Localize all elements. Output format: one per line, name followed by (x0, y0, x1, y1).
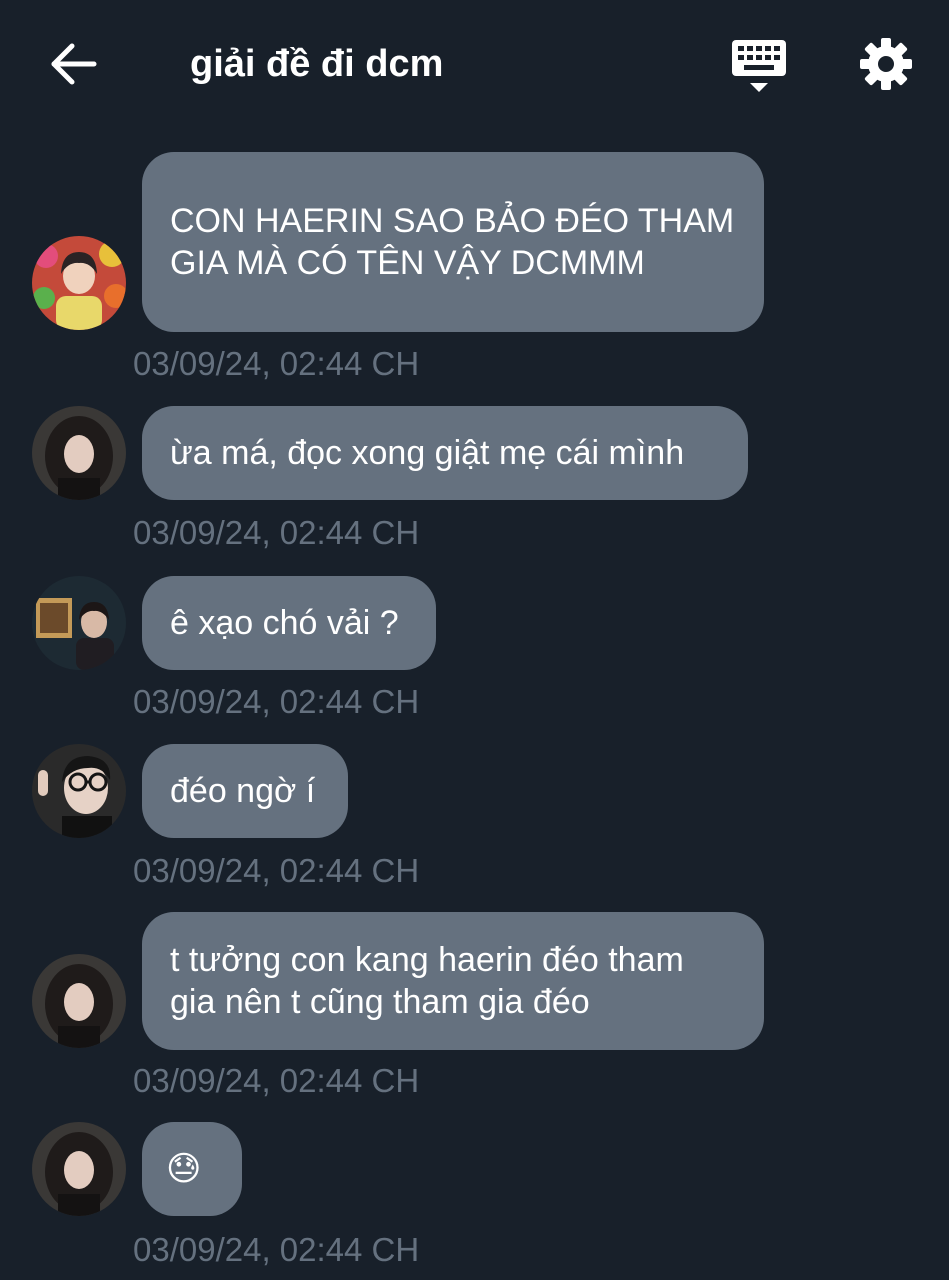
message-bubble[interactable]: ê xạo chó vải ? (142, 576, 436, 670)
avatar[interactable] (32, 1122, 126, 1216)
message-bubble[interactable]: ừa má, đọc xong giật mẹ cái mình (142, 406, 748, 500)
message-bubble[interactable]: đéo ngờ í (142, 744, 348, 838)
settings-button[interactable] (856, 34, 916, 94)
message-text: ừa má, đọc xong giật mẹ cái mình (170, 434, 685, 472)
top-bar: giải đề đi dcm (0, 0, 949, 130)
keyboard-toggle-button[interactable] (728, 36, 790, 96)
message-text: t tưởng con kang haerin đéo tham gia nên… (170, 941, 684, 1021)
chat-title: giải đề đi dcm (190, 43, 444, 85)
avatar[interactable] (32, 236, 126, 330)
emoji-text: 😓 (166, 1150, 202, 1188)
message-bubble[interactable]: 😓 (142, 1122, 242, 1216)
gear-icon (860, 38, 912, 90)
message-text: ê xạo chó vải ? (170, 604, 399, 642)
message-timestamp: 03/09/24, 02:44 CH (133, 852, 420, 889)
message-timestamp: 03/09/24, 02:44 CH (133, 345, 420, 382)
avatar[interactable] (32, 744, 126, 838)
message-timestamp: 03/09/24, 02:44 CH (133, 514, 420, 551)
back-button[interactable] (46, 38, 102, 90)
avatar[interactable] (32, 406, 126, 500)
arrow-left-icon (51, 43, 97, 85)
avatar[interactable] (32, 576, 126, 670)
message-text: CON HAERIN SAO BẢO ĐÉO THAM GIA MÀ CÓ TÊ… (170, 202, 735, 282)
message-bubble[interactable]: CON HAERIN SAO BẢO ĐÉO THAM GIA MÀ CÓ TÊ… (142, 152, 764, 332)
message-timestamp: 03/09/24, 02:44 CH (133, 1231, 420, 1268)
avatar[interactable] (32, 954, 126, 1048)
message-text: đéo ngờ í (170, 772, 316, 810)
message-timestamp: 03/09/24, 02:44 CH (133, 1062, 420, 1099)
keyboard-icon (732, 40, 786, 92)
message-bubble[interactable]: t tưởng con kang haerin đéo tham gia nên… (142, 912, 764, 1050)
chat-screen: giải đề đi dcm CON HAERIN SAO BẢO ĐÉO TH… (0, 0, 949, 1280)
message-timestamp: 03/09/24, 02:44 CH (133, 683, 420, 720)
